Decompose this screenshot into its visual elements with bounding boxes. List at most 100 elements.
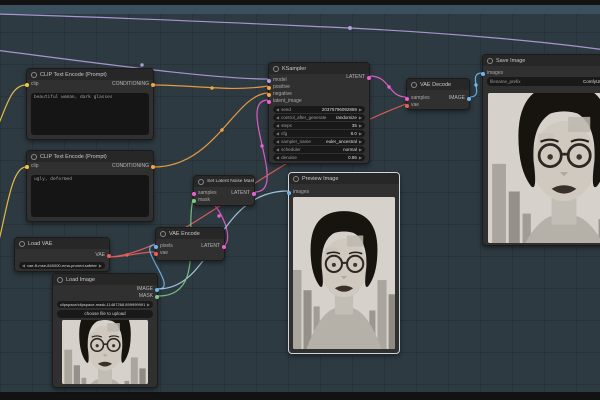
node-graph-canvas[interactable]: CLIP Text Encode (Prompt) clip CONDITION… (0, 0, 600, 400)
increment-icon[interactable]: ▶ (359, 114, 362, 121)
slot-dot[interactable] (405, 103, 409, 108)
increment-icon[interactable]: ▶ (147, 301, 150, 308)
input-slot-pixels[interactable]: pixels (154, 244, 173, 249)
input-slot-vae[interactable]: vae (154, 251, 168, 256)
increment-icon[interactable]: ▶ (359, 154, 362, 161)
decrement-icon[interactable]: ◀ (276, 114, 279, 121)
output-slot-mask[interactable]: MASK (139, 294, 159, 299)
node-title-bar[interactable]: Save Image (483, 55, 600, 66)
output-slot-conditioning[interactable]: CONDITIONING (112, 164, 155, 169)
node-title-bar[interactable]: Set Latent Noise Mask (194, 176, 254, 187)
input-slot-mask[interactable]: mask (192, 198, 210, 203)
increment-icon[interactable]: ▶ (359, 146, 362, 153)
slot-dot[interactable] (155, 287, 159, 292)
slot-dot[interactable] (267, 92, 271, 97)
slot-dot[interactable] (154, 251, 158, 256)
node-title-bar[interactable]: CLIP Text Encode (Prompt) (27, 69, 153, 80)
input-slot-vae[interactable]: vae (405, 103, 419, 108)
slot-dot[interactable] (192, 198, 196, 203)
slot-dot[interactable] (192, 191, 196, 196)
node-vae-decode[interactable]: VAE Decode samples vae IMAGE (405, 78, 471, 110)
output-slot-image[interactable]: IMAGE (137, 287, 159, 292)
increment-icon[interactable]: ▶ (99, 262, 102, 269)
slot-label: clip (31, 81, 39, 87)
widget-cfg[interactable]: ◀ cfg 8.0 ▶ (273, 130, 365, 137)
widget-filename-prefix[interactable]: filename_prefix ComfyUI (487, 77, 600, 86)
input-slot-samples[interactable]: samples (405, 96, 430, 101)
output-slot-conditioning[interactable]: CONDITIONING (112, 82, 155, 87)
slot-dot[interactable] (222, 244, 226, 249)
node-ksampler[interactable]: KSampler LATENT model positive negative … (267, 62, 371, 164)
widget-control-after-generate[interactable]: ◀ control_after_generate randomize ▶ (273, 114, 365, 121)
slot-dot[interactable] (154, 244, 158, 249)
input-slot-clip[interactable]: clip (25, 164, 39, 169)
node-title-bar[interactable]: Load Image (53, 274, 157, 285)
output-slot-image[interactable]: IMAGE (449, 96, 471, 101)
increment-icon[interactable]: ▶ (359, 122, 362, 129)
node-load-image[interactable]: Load Image IMAGE MASK clipspace/clipspac… (52, 273, 159, 388)
widget-denoise[interactable]: ◀ denoise 0.86 ▶ (273, 154, 365, 161)
increment-icon[interactable]: ▶ (359, 106, 362, 113)
decrement-icon[interactable]: ◀ (276, 122, 279, 129)
increment-icon[interactable]: ▶ (359, 130, 362, 137)
slot-dot[interactable] (267, 99, 271, 104)
slot-dot[interactable] (107, 253, 111, 258)
output-slot-latent[interactable]: LATENT (346, 75, 371, 80)
slot-dot[interactable] (267, 85, 271, 90)
node-clip-text-encode-negative[interactable]: CLIP Text Encode (Prompt) clip CONDITION… (25, 150, 155, 222)
slot-dot[interactable] (287, 190, 291, 195)
node-load-vae[interactable]: Load VAE VAE ◀ vae-ft-mse-840000-ema-pru… (14, 237, 111, 272)
slot-dot[interactable] (151, 164, 155, 169)
decrement-icon[interactable]: ◀ (276, 130, 279, 137)
prompt-textarea[interactable]: beautiful woman, dark glasses (31, 93, 149, 135)
slot-dot[interactable] (481, 71, 485, 76)
input-slot-images[interactable]: images (481, 71, 503, 76)
slot-dot[interactable] (252, 191, 256, 196)
node-set-latent-noise-mask[interactable]: Set Latent Noise Mask samples mask LATEN… (192, 175, 256, 206)
input-slot-positive[interactable]: positive (267, 85, 290, 90)
slot-dot[interactable] (467, 96, 471, 101)
input-slot-samples[interactable]: samples (192, 191, 217, 196)
widget-vae-name[interactable]: ◀ vae-ft-mse-840000-ema-pruned.safetenso… (19, 262, 105, 269)
slot-dot[interactable] (25, 82, 29, 87)
slot-dot[interactable] (25, 164, 29, 169)
saved-image-preview (488, 93, 600, 243)
node-title-bar[interactable]: VAE Encode (156, 228, 224, 239)
output-slot-vae[interactable]: VAE (95, 253, 111, 258)
slot-dot[interactable] (155, 294, 159, 299)
slot-dot[interactable] (405, 96, 409, 101)
node-preview-image[interactable]: Preview Image images (287, 172, 400, 354)
node-clip-text-encode-positive[interactable]: CLIP Text Encode (Prompt) clip CONDITION… (25, 68, 155, 140)
widget-sampler-name[interactable]: ◀ sampler_name euler_ancestral ▶ (273, 138, 365, 145)
input-slot-clip[interactable]: clip (25, 82, 39, 87)
decrement-icon[interactable]: ◀ (22, 262, 25, 269)
loaded-image-thumbnail (62, 320, 148, 384)
input-slot-latent-image[interactable]: latent_image (267, 99, 302, 104)
decrement-icon[interactable]: ◀ (276, 146, 279, 153)
decrement-icon[interactable]: ◀ (276, 106, 279, 113)
node-title-bar[interactable]: Load VAE (15, 238, 109, 249)
prompt-textarea[interactable]: ugly, deformed (31, 175, 149, 217)
node-title-bar[interactable]: VAE Decode (407, 79, 469, 90)
widget-steps[interactable]: ◀ steps 35 ▶ (273, 122, 365, 129)
slot-dot[interactable] (367, 75, 371, 80)
increment-icon[interactable]: ▶ (359, 138, 362, 145)
widget-image-filename[interactable]: clipspace/clipspace-mask-11487268.899999… (57, 301, 153, 308)
node-title-bar[interactable]: KSampler (269, 63, 369, 74)
slot-dot[interactable] (151, 82, 155, 87)
input-slot-negative[interactable]: negative (267, 92, 292, 97)
decrement-icon[interactable]: ◀ (276, 138, 279, 145)
input-slot-model[interactable]: model (267, 78, 287, 83)
output-slot-latent[interactable]: LATENT (231, 191, 256, 196)
node-title-bar[interactable]: Preview Image (289, 173, 399, 184)
node-save-image[interactable]: Save Image images filename_prefix ComfyU… (481, 54, 600, 246)
widget-scheduler[interactable]: ◀ scheduler normal ▶ (273, 146, 365, 153)
input-slot-images[interactable]: images (287, 190, 309, 195)
choose-file-button[interactable]: choose file to upload (57, 310, 153, 318)
node-vae-encode[interactable]: VAE Encode pixels vae LATENT (154, 227, 226, 261)
output-slot-latent[interactable]: LATENT (201, 244, 226, 249)
slot-dot[interactable] (267, 78, 271, 83)
decrement-icon[interactable]: ◀ (276, 154, 279, 161)
widget-seed[interactable]: ◀ seed 20375796092869 ▶ (273, 106, 365, 113)
node-title-bar[interactable]: CLIP Text Encode (Prompt) (27, 151, 153, 162)
